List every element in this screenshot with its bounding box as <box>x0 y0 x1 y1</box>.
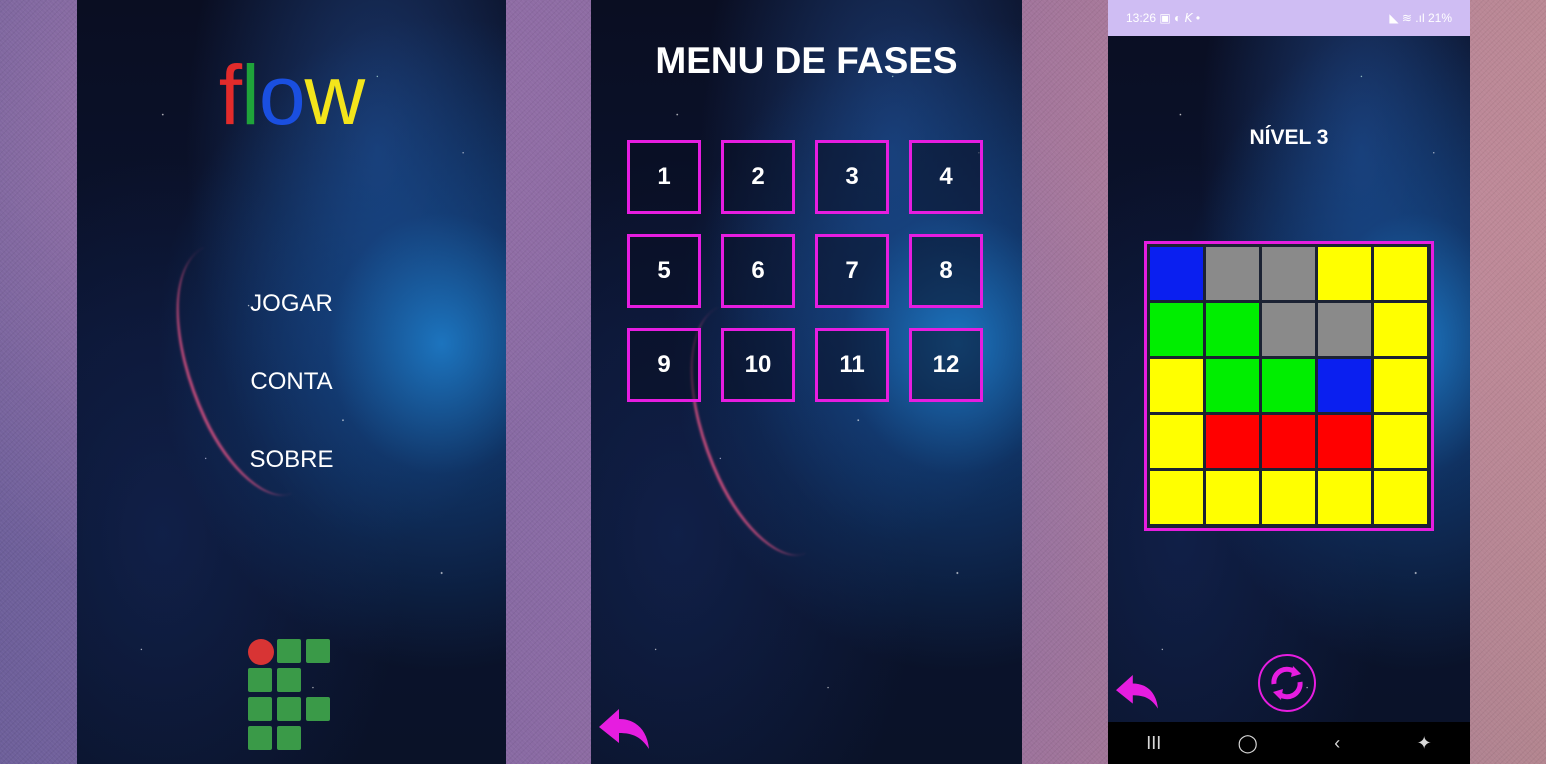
board-tile-red[interactable] <box>1262 415 1315 468</box>
home-button[interactable]: ◯ <box>1238 733 1258 754</box>
back-button[interactable]: ‹ <box>1334 733 1340 754</box>
phase-button-1[interactable]: 1 <box>627 140 701 214</box>
phase-button-11[interactable]: 11 <box>815 328 889 402</box>
logo-letter: l <box>241 48 260 142</box>
back-arrow-icon[interactable] <box>1112 670 1170 720</box>
recent-apps-button[interactable]: III <box>1146 733 1161 754</box>
phase-button-8[interactable]: 8 <box>909 234 983 308</box>
board-tile-yellow[interactable] <box>1150 415 1203 468</box>
status-left: 13:26 ▣ ◐ 𝘒 • <box>1126 11 1200 25</box>
board-tile-gray[interactable] <box>1206 247 1259 300</box>
menu-item-sobre[interactable]: SOBRE <box>77 446 506 474</box>
phase-button-12[interactable]: 12 <box>909 328 983 402</box>
phase-button-10[interactable]: 10 <box>721 328 795 402</box>
board-tile-green[interactable] <box>1206 359 1259 412</box>
level-screen: 13:26 ▣ ◐ 𝘒 • ◣ ≋ .ıl 21% NÍVEL 3 III ◯ … <box>1108 0 1470 764</box>
status-icons: ▣ ◐ 𝘒 • <box>1159 11 1201 25</box>
board-tile-yellow[interactable] <box>1374 415 1427 468</box>
board-tile-red[interactable] <box>1206 415 1259 468</box>
board-tile-yellow[interactable] <box>1206 471 1259 524</box>
phase-button-3[interactable]: 3 <box>815 140 889 214</box>
board-tile-blue[interactable] <box>1150 247 1203 300</box>
board-tile-yellow[interactable] <box>1318 247 1371 300</box>
board-tile-yellow[interactable] <box>1374 247 1427 300</box>
board-tile-yellow[interactable] <box>1150 359 1203 412</box>
reload-icon[interactable] <box>1258 654 1316 712</box>
game-board[interactable] <box>1144 241 1434 531</box>
level-title: NÍVEL 3 <box>1249 126 1329 149</box>
board-tile-red[interactable] <box>1318 415 1371 468</box>
system-nav-bar: III ◯ ‹ ✦ <box>1108 722 1470 764</box>
board-tile-blue[interactable] <box>1318 359 1371 412</box>
status-bar: 13:26 ▣ ◐ 𝘒 • ◣ ≋ .ıl 21% <box>1108 0 1470 36</box>
board-tile-gray[interactable] <box>1318 303 1371 356</box>
logo-letter: f <box>218 48 242 142</box>
phase-menu-screen: MENU DE FASES 1 2 3 4 5 6 7 8 9 10 11 12 <box>591 0 1022 764</box>
board-tile-yellow[interactable] <box>1374 303 1427 356</box>
phase-button-4[interactable]: 4 <box>909 140 983 214</box>
logo-letter: o <box>258 48 306 142</box>
menu-item-conta[interactable]: CONTA <box>77 368 506 396</box>
flow-logo: flow <box>77 50 506 140</box>
phase-button-2[interactable]: 2 <box>721 140 795 214</box>
board-tile-green[interactable] <box>1150 303 1203 356</box>
logo-letter: w <box>304 48 366 142</box>
board-tile-green[interactable] <box>1206 303 1259 356</box>
board-tile-yellow[interactable] <box>1150 471 1203 524</box>
phase-button-9[interactable]: 9 <box>627 328 701 402</box>
menu-item-jogar[interactable]: JOGAR <box>77 290 506 318</box>
board-tile-yellow[interactable] <box>1262 471 1315 524</box>
board-tile-gray[interactable] <box>1262 247 1315 300</box>
status-time: 13:26 <box>1126 11 1157 25</box>
phase-button-6[interactable]: 6 <box>721 234 795 308</box>
phase-button-7[interactable]: 7 <box>815 234 889 308</box>
board-tile-yellow[interactable] <box>1374 471 1427 524</box>
board-tile-yellow[interactable] <box>1318 471 1371 524</box>
page-title: MENU DE FASES <box>655 40 958 81</box>
back-arrow-icon[interactable] <box>595 703 653 753</box>
accessibility-button[interactable]: ✦ <box>1417 733 1432 754</box>
main-menu-screen: flow JOGAR CONTA SOBRE <box>77 0 506 764</box>
board-tile-yellow[interactable] <box>1374 359 1427 412</box>
board-tile-green[interactable] <box>1262 359 1315 412</box>
institution-logo <box>248 637 334 753</box>
board-tile-gray[interactable] <box>1262 303 1315 356</box>
status-right: ◣ ≋ .ıl 21% <box>1389 11 1452 25</box>
phase-button-5[interactable]: 5 <box>627 234 701 308</box>
